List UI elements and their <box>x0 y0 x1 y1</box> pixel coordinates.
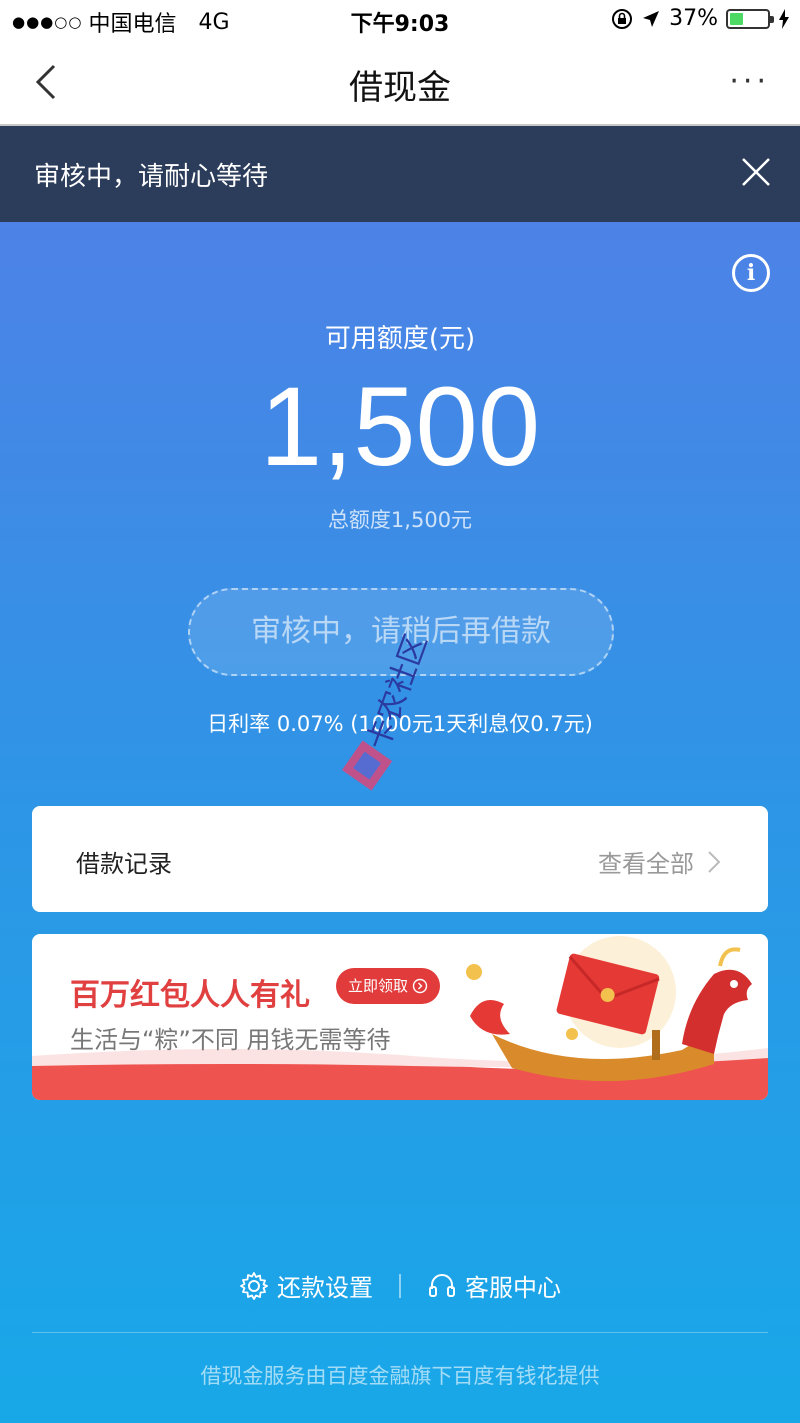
battery-fill <box>730 12 744 25</box>
review-notice-banner: 审核中，请耐心等待 <box>0 126 800 222</box>
repay-settings-link[interactable]: 还款设置 <box>239 1268 373 1303</box>
battery-percent: 37% <box>669 6 718 31</box>
notice-text: 审核中，请耐心等待 <box>34 162 269 192</box>
orientation-lock-icon <box>612 8 633 29</box>
claim-now-label: 立即领取 <box>348 977 409 995</box>
promo-subtitle: 生活与“粽”不同 用钱无需等待 <box>70 1026 391 1054</box>
view-all-label: 查看全部 <box>598 850 694 878</box>
promo-title: 百万红包人人有礼 <box>70 978 310 1013</box>
footer-links: 还款设置 客服中心 <box>0 1268 800 1303</box>
footer-divider <box>399 1273 401 1298</box>
nav-bar: 借现金 ··· <box>0 40 800 126</box>
claim-now-button[interactable]: 立即领取 <box>336 968 441 1004</box>
repay-settings-label: 还款设置 <box>277 1274 373 1302</box>
info-icon[interactable]: i <box>732 254 770 292</box>
arrow-circle-icon <box>412 978 428 994</box>
battery-icon <box>726 8 774 29</box>
status-bar: ●●●○○ 中国电信 4G 下午9:03 37% <box>0 0 800 40</box>
footer-divider-line <box>32 1332 768 1333</box>
loan-records-title: 借款记录 <box>76 850 172 878</box>
headset-icon <box>429 1273 455 1297</box>
customer-service-link[interactable]: 客服中心 <box>427 1268 561 1303</box>
location-arrow-icon <box>643 10 660 27</box>
borrow-button-disabled[interactable]: 审核中，请稍后再借款 <box>188 588 614 676</box>
credit-panel: i 可用额度(元) 1,500 总额度1,500元 审核中，请稍后再借款 日利率… <box>0 222 800 1423</box>
gear-icon <box>240 1271 268 1300</box>
page-title: 借现金 <box>349 68 451 108</box>
status-right: 37% <box>611 6 790 31</box>
daily-rate-text: 日利率 0.07% (1000元1天利息仅0.7元) <box>207 712 593 736</box>
total-credit: 总额度1,500元 <box>327 508 473 532</box>
charging-bolt-icon <box>779 8 789 29</box>
promo-banner[interactable]: 百万红包人人有礼 立即领取 生活与“粽”不同 用钱无需等待 <box>32 934 768 1100</box>
available-credit-amount: 1,500 <box>259 364 541 489</box>
more-options-icon[interactable]: ··· <box>729 64 770 99</box>
view-all-link[interactable]: 查看全部 <box>598 844 720 879</box>
loan-records-card[interactable]: 借款记录 查看全部 <box>32 806 768 912</box>
available-credit-label: 可用额度(元) <box>324 324 476 354</box>
dragon-boat-illustration <box>466 936 752 1082</box>
chevron-right-icon <box>708 850 720 873</box>
customer-service-label: 客服中心 <box>465 1274 561 1302</box>
service-provider-note: 借现金服务由百度金融旗下百度有钱花提供 <box>200 1364 600 1388</box>
close-icon[interactable] <box>740 156 772 188</box>
